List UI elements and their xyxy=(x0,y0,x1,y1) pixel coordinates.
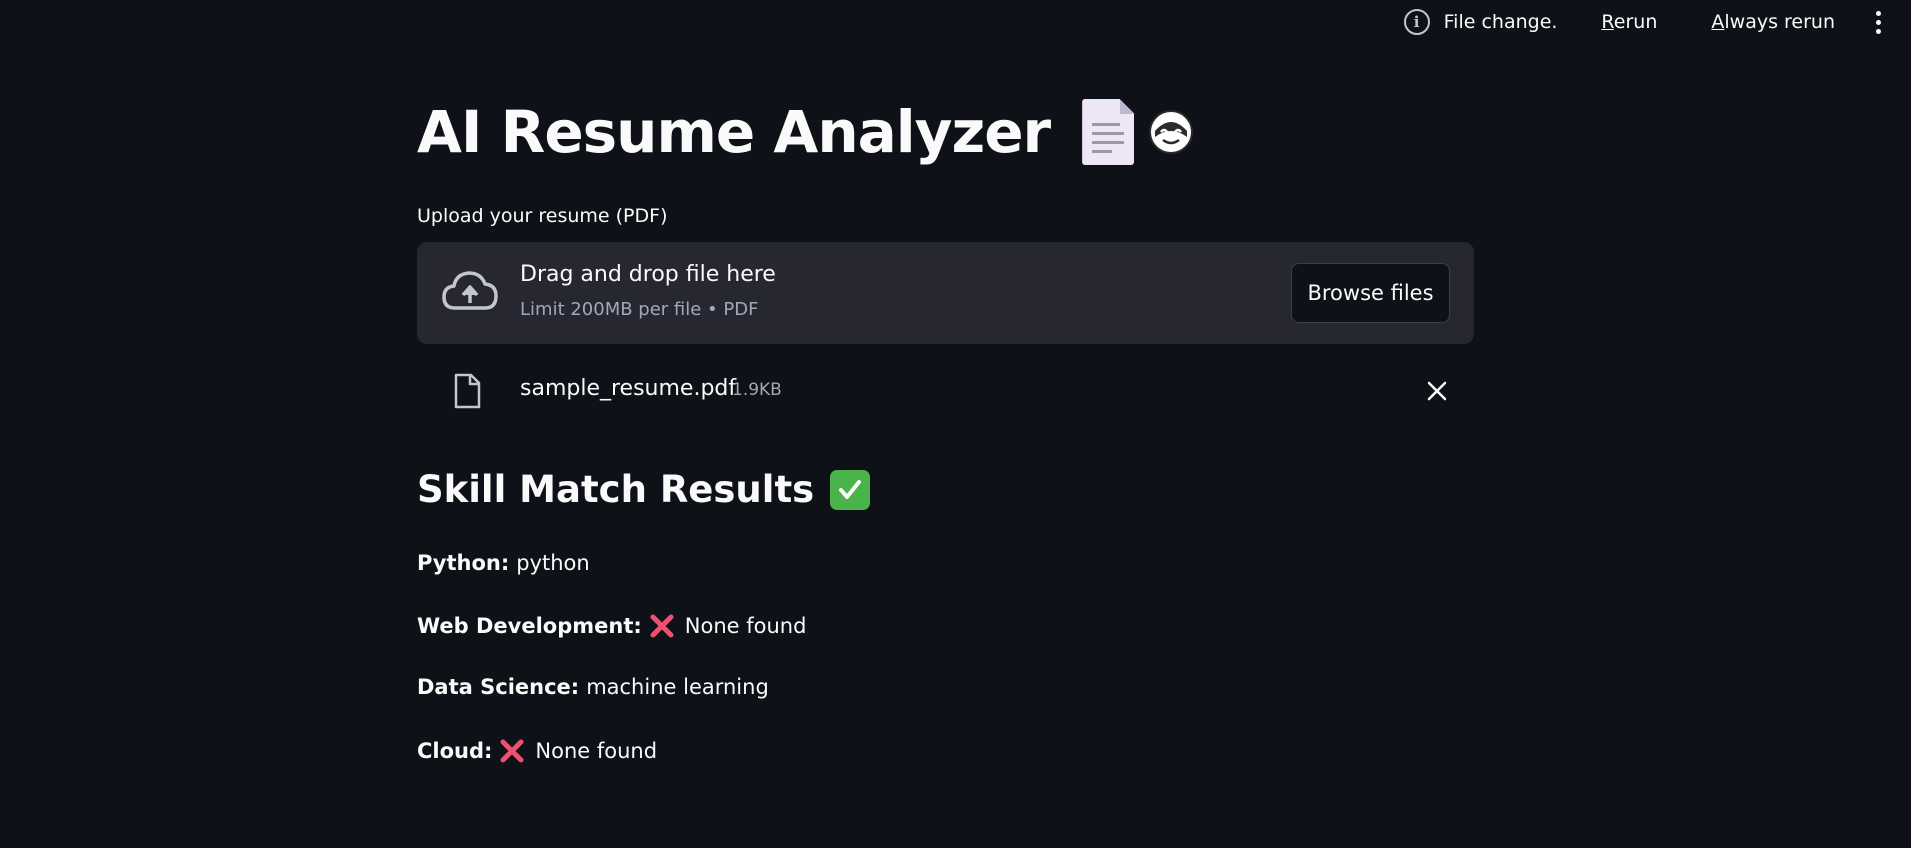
skill-label: Web Development: xyxy=(417,614,642,638)
skill-value: None found xyxy=(535,739,658,763)
dropzone-title: Drag and drop file here xyxy=(520,262,776,287)
cross-mark-icon xyxy=(650,614,674,638)
check-mark-icon xyxy=(830,469,871,510)
results-heading: Skill Match Results xyxy=(417,468,871,511)
skill-row-cloud: Cloud: None found xyxy=(417,738,657,764)
robot-icon xyxy=(1148,109,1194,155)
file-size: 1.9KB xyxy=(732,380,782,400)
browse-files-button[interactable]: Browse files xyxy=(1291,263,1450,323)
title-row: AI Resume Analyzer xyxy=(417,98,1194,166)
skill-value: machine learning xyxy=(586,675,769,699)
cloud-upload-icon xyxy=(442,271,498,310)
dropzone-limit: Limit 200MB per file • PDF xyxy=(520,299,759,320)
close-icon[interactable] xyxy=(1426,380,1448,402)
skill-label: Python: xyxy=(417,551,510,575)
status-bar: i File change. Rerun Always rerun xyxy=(1403,0,1911,44)
skill-row-python: Python: python xyxy=(417,551,590,575)
skill-row-data-science: Data Science: machine learning xyxy=(417,675,769,699)
uploaded-file-row: sample_resume.pdf 1.9KB xyxy=(417,368,1474,418)
skill-label: Cloud: xyxy=(417,739,493,763)
upload-label: Upload your resume (PDF) xyxy=(417,205,668,227)
document-icon xyxy=(1082,99,1135,165)
skill-value: None found xyxy=(684,614,807,638)
always-rerun-label: lways rerun xyxy=(1724,11,1835,33)
rerun-label: erun xyxy=(1613,11,1658,33)
status-text: File change. xyxy=(1443,11,1558,33)
cross-mark-icon xyxy=(500,739,524,763)
always-rerun-accel: A xyxy=(1711,11,1725,33)
kebab-menu-icon[interactable] xyxy=(1873,10,1883,34)
skill-row-web-development: Web Development: None found xyxy=(417,613,806,639)
always-rerun-button[interactable]: Always rerun xyxy=(1703,5,1843,39)
skill-label: Data Science: xyxy=(417,675,580,699)
skill-value: python xyxy=(516,551,590,575)
file-name: sample_resume.pdf xyxy=(520,376,737,401)
file-icon xyxy=(454,373,481,409)
status-message: i File change. xyxy=(1403,9,1558,35)
rerun-button[interactable]: Rerun xyxy=(1593,5,1665,39)
file-dropzone[interactable]: Drag and drop file here Limit 200MB per … xyxy=(417,242,1474,344)
info-icon: i xyxy=(1403,9,1430,35)
results-title: Skill Match Results xyxy=(417,468,815,511)
page-title: AI Resume Analyzer xyxy=(417,98,1051,166)
rerun-accel: R xyxy=(1601,11,1614,33)
